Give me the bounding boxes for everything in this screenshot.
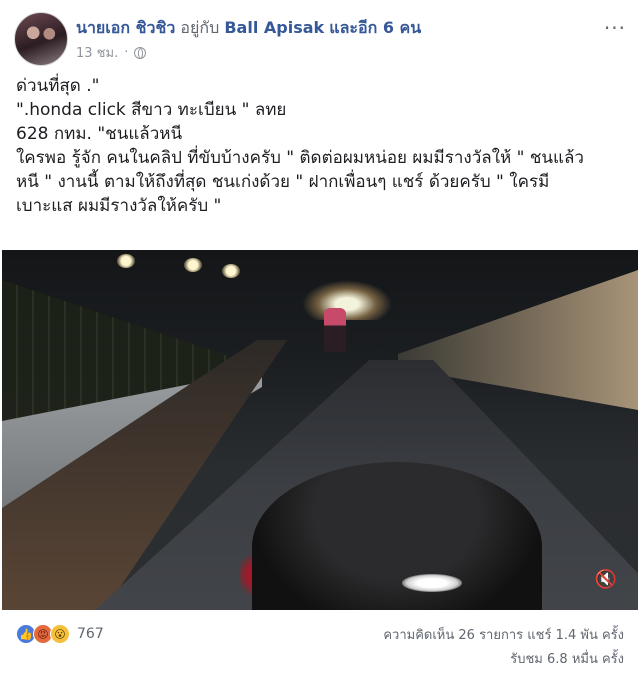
post-footer: 👍 😡 😮 767 ความคิดเห็น 26 รายการ แชร์ 1.4… xyxy=(16,620,624,676)
video-player[interactable]: 🔇 xyxy=(2,250,638,610)
video-scene-headlight xyxy=(402,574,462,592)
post-text-line: หนี " งานนี้ ตามให้ถึงที่สุด ชนเก่งด้วย … xyxy=(16,172,550,192)
post-text: ด่วนที่สุด ." ".honda click สีขาว ทะเบีย… xyxy=(16,74,624,218)
video-scene-streetlamp xyxy=(184,258,202,272)
wow-reaction-icon: 😮 xyxy=(50,624,70,644)
post-text-line: 628 กทม. "ชนแล้วหนี xyxy=(16,124,183,144)
author-name-link[interactable]: นายเอก ชิวชิว xyxy=(76,18,175,37)
more-options-button[interactable]: ··· xyxy=(604,16,626,40)
post-text-line: เบาะแส ผมมีรางวัลให้ครับ " xyxy=(16,196,222,216)
author-avatar[interactable] xyxy=(14,12,68,66)
post-text-line: ด่วนที่สุด ." xyxy=(16,76,100,96)
with-text: อยู่กับ xyxy=(180,18,220,37)
comments-shares-link[interactable]: ความคิดเห็น 26 รายการ แชร์ 1.4 พัน ครั้ง xyxy=(383,624,624,648)
post-meta: 13 ชม. · xyxy=(76,42,147,63)
post-text-line: ใครพอ รู้จัก คนในคลิป ที่ขับบ้างครับ " ต… xyxy=(16,148,584,168)
mute-icon[interactable]: 🔇 xyxy=(594,568,618,592)
post-author-line: นายเอก ชิวชิว อยู่กับ Ball Apisak และอีก… xyxy=(76,16,421,41)
video-scene-rider xyxy=(324,308,346,352)
post-text-line: ".honda click สีขาว ทะเบียน " ลทย xyxy=(16,100,287,120)
tagged-others-link[interactable]: และอีก 6 คน xyxy=(329,18,421,37)
tagged-person-link[interactable]: Ball Apisak xyxy=(224,18,324,37)
reaction-count[interactable]: 767 xyxy=(77,626,104,642)
video-scene-streetlamp xyxy=(117,254,135,268)
views-count: รับชม 6.8 หมื่น ครั้ง xyxy=(510,652,624,667)
video-scene-traffic-lights xyxy=(302,280,392,320)
reactions-summary[interactable]: 👍 😡 😮 767 xyxy=(16,624,104,644)
post-stats: ความคิดเห็น 26 รายการ แชร์ 1.4 พัน ครั้ง… xyxy=(383,624,624,672)
globe-icon xyxy=(134,46,147,59)
post-timestamp[interactable]: 13 ชม. xyxy=(76,42,118,63)
video-scene-streetlamp xyxy=(222,264,240,278)
post-header: นายเอก ชิวชิว อยู่กับ Ball Apisak และอีก… xyxy=(14,12,626,68)
